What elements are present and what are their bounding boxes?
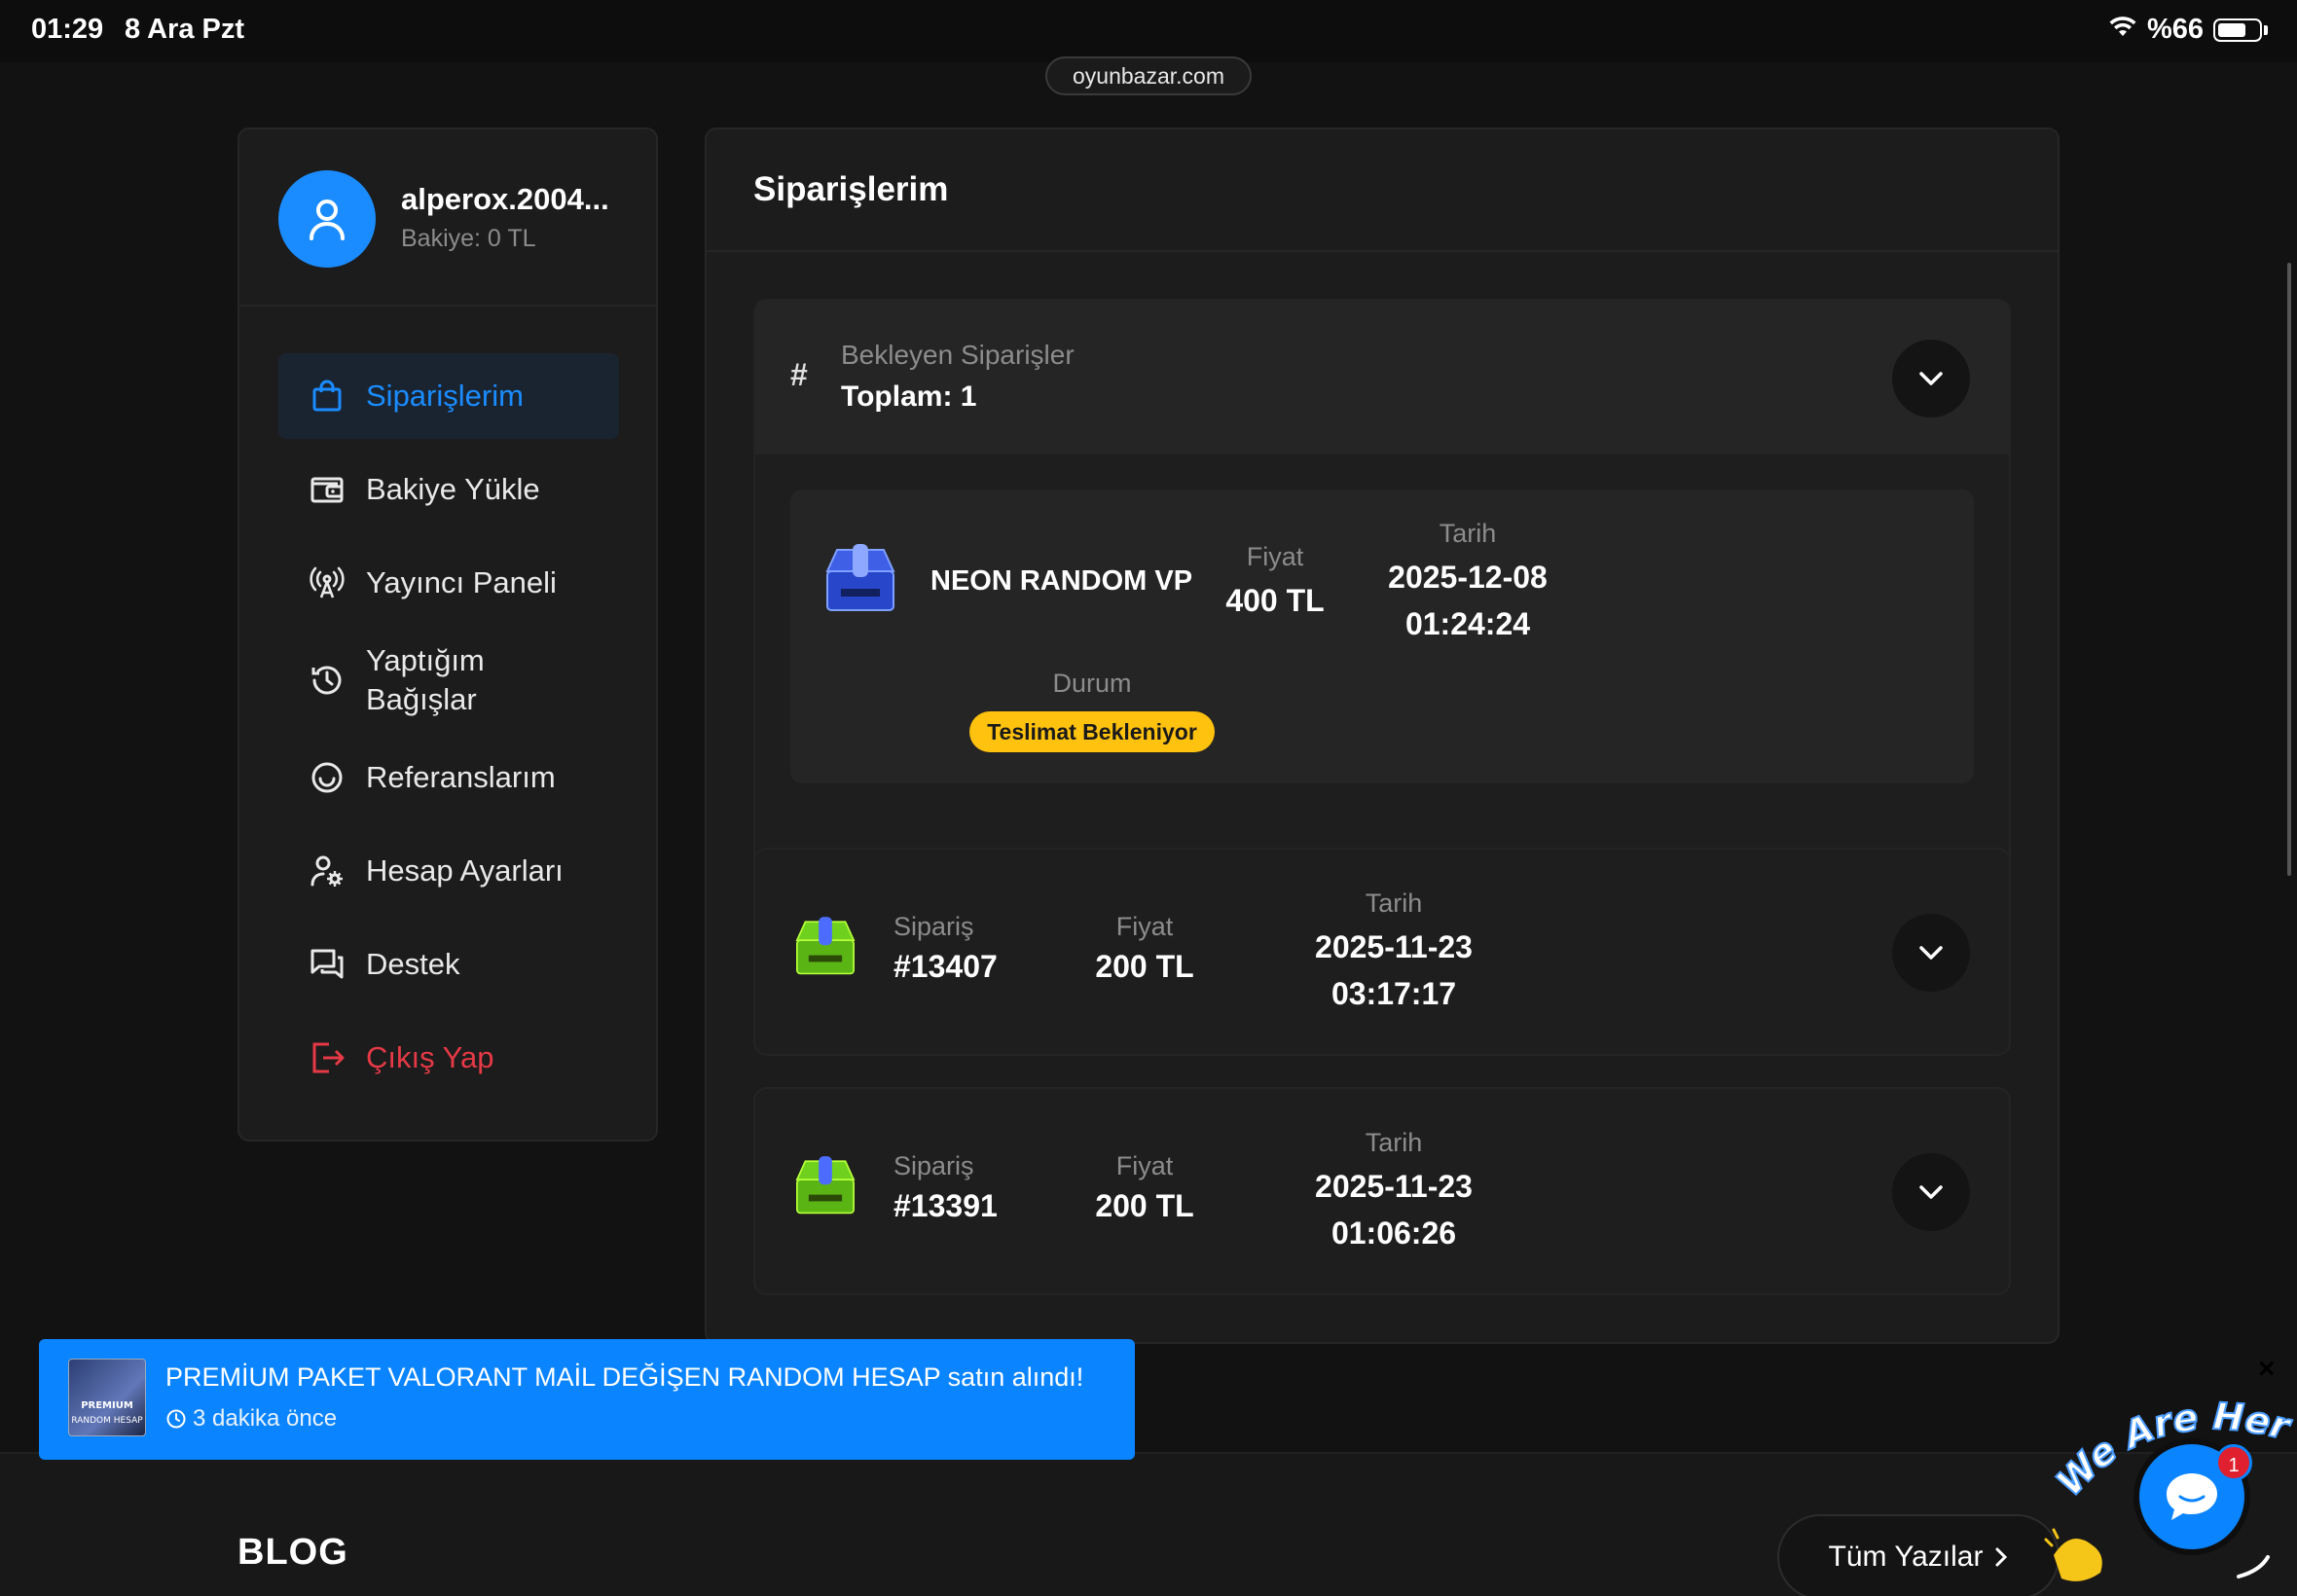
status-date: 8 Ara Pzt: [125, 14, 245, 45]
balance-text: Bakiye: 0 TL: [401, 225, 536, 252]
order-label: Sipariş: [893, 1151, 974, 1180]
orders-panel: Siparişlerim # Bekleyen Siparişler Topla…: [705, 127, 2060, 1344]
clock-icon: [166, 1409, 186, 1429]
orders-header: Siparişlerim: [707, 129, 2058, 252]
menu-item-support[interactable]: Destek: [278, 922, 619, 1007]
menu-item-logout[interactable]: Çıkış Yap: [278, 1015, 619, 1101]
menu-label: Çıkış Yap: [366, 1040, 494, 1074]
time-value: 03:17:17: [1331, 976, 1457, 1011]
profile-header: alperox.2004... Bakiye: 0 TL: [239, 129, 656, 307]
menu-item-streamer-panel[interactable]: Yayıncı Paneli: [278, 540, 619, 626]
username: alperox.2004...: [401, 182, 609, 216]
page-scrollbar[interactable]: [2287, 263, 2291, 876]
menu-label: Bakiye Yükle: [366, 472, 540, 506]
menu-label: Hesap Ayarları: [366, 853, 564, 888]
menu-label: Yayıncı Paneli: [366, 565, 557, 599]
date-value: 2025-12-08: [1388, 560, 1548, 595]
hash-icon: #: [790, 357, 808, 392]
status-indicators: %66: [2108, 14, 2268, 46]
logout-icon: [308, 1038, 346, 1077]
product-name: NEON RANDOM VP: [930, 565, 1193, 597]
all-posts-label: Tüm Yazılar: [1828, 1541, 1984, 1573]
status-badge: Teslimat Bekleniyor: [969, 711, 1215, 752]
toast-product-thumbnail: PREMIUM RANDOM HESAP: [68, 1359, 146, 1436]
menu-item-referrals[interactable]: Referanslarım: [278, 735, 619, 820]
chevron-down-icon: [1919, 1185, 1943, 1199]
shopping-bag-icon: [308, 377, 346, 416]
menu-item-donations[interactable]: Yaptığım Bağışlar: [278, 634, 619, 727]
price-label: Fiyat: [1115, 912, 1174, 941]
date-label: Tarih: [1365, 1128, 1423, 1157]
history-icon: [308, 661, 346, 700]
order-row[interactable]: Sipariş #13391 Fiyat 200 TL Tarih 2025-1…: [753, 1087, 2011, 1295]
chevron-right-icon: [1995, 1547, 2008, 1567]
blog-title: BLOG: [237, 1532, 348, 1573]
menu-item-load-balance[interactable]: Bakiye Yükle: [278, 447, 619, 532]
chat-icon: [308, 945, 346, 984]
user-gear-icon: [308, 852, 346, 890]
date-value: 2025-11-23: [1315, 1169, 1473, 1204]
time-value: 01:06:26: [1331, 1215, 1457, 1251]
toast-time: 3 dakika önce: [165, 1405, 337, 1433]
order-row[interactable]: Sipariş #13407 Fiyat 200 TL Tarih 2025-1…: [753, 848, 2011, 1056]
time-value: 01:24:24: [1404, 606, 1531, 641]
all-posts-button[interactable]: Tüm Yazılar: [1777, 1514, 2060, 1596]
date-value: 2025-11-23: [1315, 929, 1473, 964]
purchase-toast[interactable]: PREMIUM RANDOM HESAP PREMİUM PAKET VALOR…: [39, 1339, 1135, 1460]
product-thumbnail: [790, 912, 860, 982]
menu-label: Yaptığım Bağışlar: [366, 643, 485, 716]
order-number: #13407: [893, 949, 998, 984]
battery-percent: %66: [2146, 14, 2204, 45]
toast-time-text: 3 dakika önce: [193, 1405, 338, 1432]
price-value: 200 TL: [1095, 949, 1194, 984]
battery-icon: [2213, 18, 2262, 42]
user-icon: [310, 200, 345, 240]
order-label: Sipariş: [893, 912, 974, 941]
order-number: #13391: [893, 1188, 998, 1223]
menu-label: Referanslarım: [366, 760, 556, 794]
price-label: Fiyat: [1115, 1151, 1174, 1180]
chevron-down-icon: [1919, 372, 1943, 385]
menu-item-orders[interactable]: Siparişlerim: [278, 353, 619, 439]
menu-label: Destek: [366, 947, 460, 981]
page-title: Siparişlerim: [753, 170, 949, 208]
status-bar: 01:29 8 Ara Pzt %66: [0, 0, 2297, 62]
waving-hand-icon: [2044, 1528, 2102, 1581]
menu-label: Siparişlerim: [366, 379, 524, 413]
broadcast-icon: [308, 563, 346, 602]
toast-message: PREMİUM PAKET VALORANT MAİL DEĞİŞEN RAND…: [165, 1362, 1084, 1392]
price-label: Fiyat: [1246, 542, 1304, 571]
close-icon[interactable]: ×: [2258, 1353, 2276, 1386]
pending-orders-header[interactable]: # Bekleyen Siparişler Toplam: 1: [755, 301, 2009, 454]
blog-section: BLOG Tüm Yazılar: [0, 1452, 2297, 1596]
account-menu: Siparişlerim Bakiye Yükle Yayıncı Paneli…: [278, 353, 619, 1108]
price-value: 200 TL: [1095, 1188, 1194, 1223]
url-bar[interactable]: oyunbazar.com: [1045, 56, 1252, 95]
pending-orders-label: Bekleyen Siparişler: [841, 340, 1075, 370]
expand-button[interactable]: [1892, 914, 1970, 992]
date-label: Tarih: [1439, 519, 1497, 548]
collapse-button[interactable]: [1892, 340, 1970, 417]
unread-badge: 1: [2215, 1444, 2252, 1481]
account-sidebar: alperox.2004... Bakiye: 0 TL Siparişleri…: [237, 127, 658, 1142]
pending-order-item: NEON RANDOM VP Fiyat 400 TL Tarih 2025-1…: [790, 490, 1974, 783]
smile-icon: [308, 758, 346, 797]
wifi-icon: [2108, 14, 2137, 46]
product-thumbnail: [790, 1151, 860, 1221]
pending-orders-total: Toplam: 1: [841, 381, 977, 413]
expand-button[interactable]: [1892, 1153, 1970, 1231]
wallet-icon: [308, 470, 346, 509]
chat-bubble-icon: [2167, 1473, 2217, 1520]
avatar[interactable]: [278, 170, 376, 268]
product-thumbnail: [820, 538, 901, 620]
chevron-down-icon: [1919, 946, 1943, 960]
status-time: 01:29: [31, 14, 104, 45]
price-value: 400 TL: [1225, 583, 1325, 618]
menu-item-account-settings[interactable]: Hesap Ayarları: [278, 828, 619, 914]
status-label: Durum: [1052, 669, 1132, 698]
date-label: Tarih: [1365, 889, 1423, 918]
